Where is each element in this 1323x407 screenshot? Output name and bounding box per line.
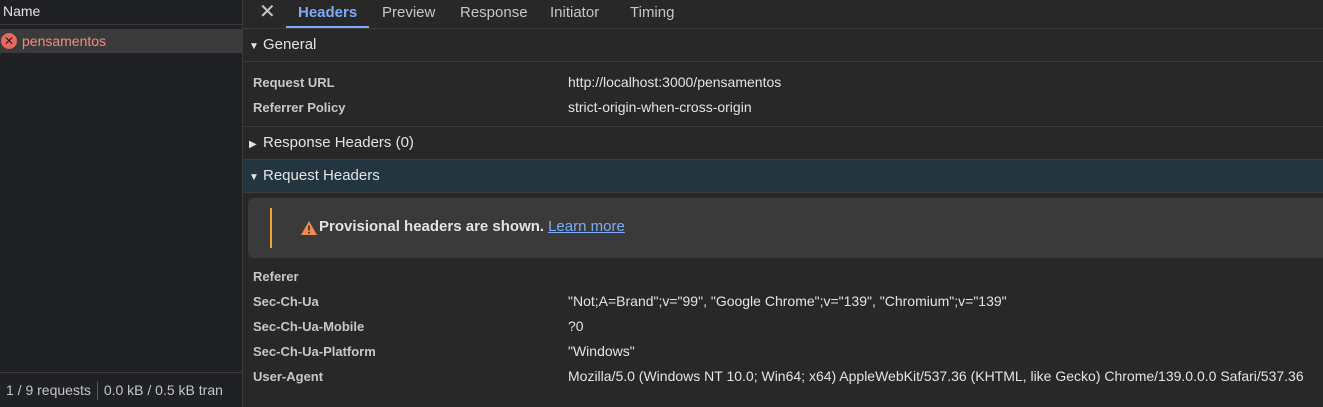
general-section-header[interactable]: ▼ General: [243, 29, 1323, 62]
header-value[interactable]: http://localhost:3000/pensamentos: [568, 70, 781, 95]
general-section-body: Request URL http://localhost:3000/pensam…: [243, 62, 1323, 127]
request-headers-body: Referer Sec-Ch-Ua "Not;A=Brand";v="99", …: [243, 258, 1323, 389]
request-count: 1 / 9 requests: [6, 382, 91, 398]
header-row: Request URL http://localhost:3000/pensam…: [243, 70, 1323, 95]
header-key: Request URL: [253, 75, 335, 90]
warning-message-line: Provisional headers are shown. Learn more: [319, 218, 625, 235]
header-value[interactable]: strict-origin-when-cross-origin: [568, 95, 752, 120]
name-column-header[interactable]: Name: [0, 0, 242, 25]
devtools-network-panel: Name ✕ pensamentos 1 / 9 requests 0.0 kB …: [0, 0, 1323, 407]
learn-more-link[interactable]: Learn more: [548, 218, 625, 235]
error-icon: ✕: [1, 33, 17, 49]
provisional-headers-warning: Provisional headers are shown. Learn more: [248, 198, 1323, 258]
header-key: Sec-Ch-Ua-Mobile: [253, 319, 365, 334]
warning-message: Provisional headers are shown.: [319, 218, 545, 235]
warning-icon: [301, 221, 317, 235]
status-footer: 1 / 9 requests 0.0 kB / 0.5 kB tran: [0, 372, 242, 407]
header-value[interactable]: Mozilla/5.0 (Windows NT 10.0; Win64; x64…: [568, 364, 1304, 389]
response-headers-section-header[interactable]: ▶ Response Headers (0): [243, 127, 1323, 160]
section-title: General: [263, 36, 317, 53]
tab-headers[interactable]: Headers: [286, 0, 370, 28]
header-key: Sec-Ch-Ua-Platform: [253, 344, 376, 359]
header-key: User-Agent: [253, 369, 324, 384]
header-row: Referer: [243, 264, 1323, 289]
expanded-triangle-icon: ▼: [249, 41, 259, 52]
header-key: Referrer Policy: [253, 100, 346, 115]
header-row: Sec-Ch-Ua-Platform "Windows": [243, 339, 1323, 364]
collapsed-triangle-icon: ▶: [249, 139, 257, 150]
details-tabbar: ✕ Headers Preview Response Initiator Tim…: [243, 0, 1323, 29]
section-title: Request Headers: [263, 167, 380, 184]
tab-preview[interactable]: Preview: [380, 0, 437, 28]
tab-response[interactable]: Response: [458, 0, 530, 28]
request-details-pane: ✕ Headers Preview Response Initiator Tim…: [243, 0, 1323, 407]
header-value[interactable]: "Windows": [568, 339, 635, 364]
tab-initiator[interactable]: Initiator: [548, 0, 601, 28]
request-row-pensamentos[interactable]: ✕ pensamentos: [0, 29, 242, 53]
request-name: pensamentos: [22, 33, 107, 49]
tab-timing[interactable]: Timing: [628, 0, 676, 28]
header-key: Sec-Ch-Ua: [253, 294, 319, 309]
close-icon[interactable]: ✕: [259, 0, 276, 24]
header-key: Referer: [253, 269, 299, 284]
header-value[interactable]: "Not;A=Brand";v="99", "Google Chrome";v=…: [568, 289, 1007, 314]
warning-accent-bar: [270, 208, 272, 248]
transferred-size: 0.0 kB / 0.5 kB tran: [103, 382, 223, 398]
request-headers-section-header[interactable]: ▼ Request Headers: [243, 160, 1323, 193]
header-row: Sec-Ch-Ua "Not;A=Brand";v="99", "Google …: [243, 289, 1323, 314]
header-row: Sec-Ch-Ua-Mobile ?0: [243, 314, 1323, 339]
header-row: Referrer Policy strict-origin-when-cross…: [243, 95, 1323, 120]
section-title: Response Headers (0): [263, 134, 414, 151]
request-list-pane: Name ✕ pensamentos 1 / 9 requests 0.0 kB …: [0, 0, 243, 407]
header-value[interactable]: ?0: [568, 314, 584, 339]
expanded-triangle-icon: ▼: [249, 172, 259, 183]
header-row: User-Agent Mozilla/5.0 (Windows NT 10.0;…: [243, 364, 1323, 389]
